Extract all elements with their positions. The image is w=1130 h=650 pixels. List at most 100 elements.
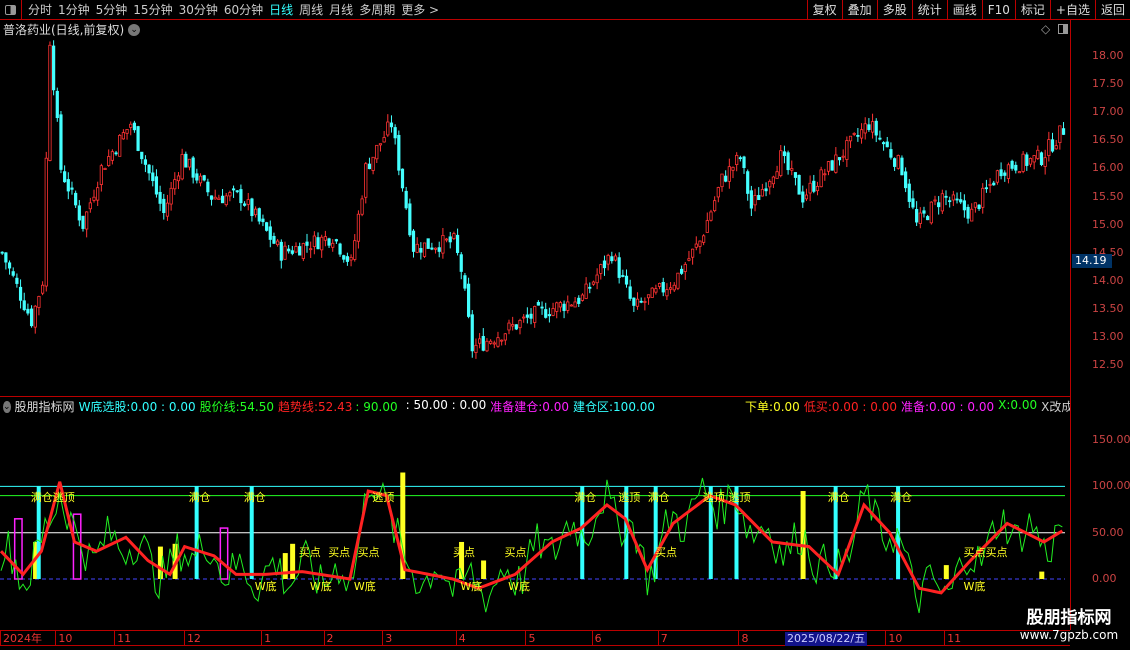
candle-body xyxy=(1036,149,1040,159)
candle-body xyxy=(933,199,937,202)
candle-body xyxy=(555,302,559,312)
candle-body xyxy=(184,153,188,168)
candle-body xyxy=(944,195,948,198)
candle-body xyxy=(294,246,298,253)
candle-body xyxy=(375,144,379,160)
candle-body xyxy=(433,247,438,250)
candle-body xyxy=(731,166,735,171)
candle-body xyxy=(724,175,728,182)
candle-body xyxy=(305,241,309,246)
candle-body xyxy=(290,250,294,254)
candle-body xyxy=(176,175,181,182)
candle-body xyxy=(624,275,629,285)
indicator-label: 建仓区: xyxy=(573,400,614,414)
indicator-value: 建仓区:100.00 xyxy=(573,398,655,415)
candle-body xyxy=(826,161,831,172)
candle-body xyxy=(485,340,489,352)
candle-body xyxy=(984,187,989,190)
candle-body xyxy=(125,129,129,134)
indicator-number: 0.00 : 0.00 xyxy=(831,400,897,414)
candle-body xyxy=(654,288,658,293)
candle-body xyxy=(312,235,316,247)
candle-body xyxy=(995,170,1000,183)
candle-body xyxy=(118,135,122,157)
candle-body xyxy=(786,152,790,171)
candle-body xyxy=(253,208,258,216)
indicator-name[interactable]: 股朋指标网 xyxy=(15,398,75,415)
candle-body xyxy=(683,263,687,272)
candle-body xyxy=(360,198,364,215)
indicator-value: : 50.00 : 0.00 xyxy=(406,398,487,415)
price-tick: 15.00 xyxy=(1092,217,1124,231)
candle-body xyxy=(948,200,952,203)
candle-body xyxy=(992,182,996,186)
candle-body xyxy=(999,169,1003,177)
indicator-value: X:0.00 xyxy=(998,398,1037,415)
candle-body xyxy=(316,237,320,250)
candle-body xyxy=(863,123,867,134)
candle-body xyxy=(870,121,875,133)
indicator-label: 低买: xyxy=(803,400,832,414)
cursor-date: 2025/08/22/五 xyxy=(785,632,867,646)
price-tick: 13.50 xyxy=(1092,301,1124,315)
month-label: 11 xyxy=(114,631,131,646)
candle-body xyxy=(88,202,92,210)
time-axis: 2025/08/22/五 2024年 10 11 12 1 2 3 4 5 6 7 8 10 11 xyxy=(0,630,1070,646)
candle-body xyxy=(775,171,779,179)
candle-body xyxy=(951,194,955,201)
indicator-tick: 150.00 xyxy=(1092,433,1130,447)
month-label: 10 xyxy=(55,631,72,646)
candle-body xyxy=(327,238,331,246)
candle-body xyxy=(1054,145,1058,150)
candle-body xyxy=(720,173,724,188)
candle-body xyxy=(790,168,794,171)
candle-body xyxy=(386,121,390,136)
indicator-label: X: xyxy=(998,398,1011,412)
signal-label: W底 xyxy=(310,579,332,593)
candle-body xyxy=(33,305,37,328)
candle-body xyxy=(55,90,59,119)
chevron-down-icon[interactable]: ⌄ xyxy=(3,400,11,413)
candle-body xyxy=(793,172,798,178)
candle-body xyxy=(279,241,283,261)
chart-canvas[interactable]: 满仓 逃顶 满仓 满仓 逃顶 满仓 逃顶 满仓 逃顶 逃顶 满仓 满仓买点 买点 买点 买点 买点 买点 买点 买点… xyxy=(0,0,1070,630)
candle-body xyxy=(26,308,30,314)
candle-body xyxy=(595,274,599,284)
candle-body xyxy=(742,156,746,168)
toolbar-button[interactable]: 返回 xyxy=(1094,0,1130,20)
candle-body xyxy=(463,275,467,289)
yellow-bar xyxy=(481,560,487,579)
candle-body xyxy=(437,247,441,252)
candle-body xyxy=(231,188,236,191)
candle-body xyxy=(702,235,706,243)
candle-body xyxy=(276,240,280,246)
candle-body xyxy=(518,319,522,329)
candle-body xyxy=(915,209,919,223)
candle-body xyxy=(602,260,607,269)
candle-body xyxy=(907,183,911,202)
candle-body xyxy=(878,137,882,140)
candle-body xyxy=(353,240,357,260)
candle-body xyxy=(544,309,548,318)
signal-label: 满仓 xyxy=(31,490,53,504)
candle-body xyxy=(1058,125,1062,144)
candle-body xyxy=(716,187,720,198)
candle-body xyxy=(195,173,199,181)
candle-body xyxy=(246,199,250,205)
candle-body xyxy=(404,190,408,209)
indicator-number: 54.50 xyxy=(239,400,274,414)
candle-body xyxy=(940,193,944,212)
candle-body xyxy=(922,210,926,214)
candle-body xyxy=(511,324,515,327)
price-tick: 16.50 xyxy=(1092,133,1124,147)
price-tick: 18.00 xyxy=(1092,49,1124,62)
signal-label: 满仓 xyxy=(890,490,912,504)
candle-body xyxy=(103,167,107,170)
candle-body xyxy=(988,183,992,186)
candle-body xyxy=(837,157,842,161)
candle-body xyxy=(881,142,886,145)
indicator-label: 准备: xyxy=(900,400,930,414)
candle-body xyxy=(764,188,768,192)
candle-body xyxy=(797,174,801,195)
candle-body xyxy=(929,201,933,224)
